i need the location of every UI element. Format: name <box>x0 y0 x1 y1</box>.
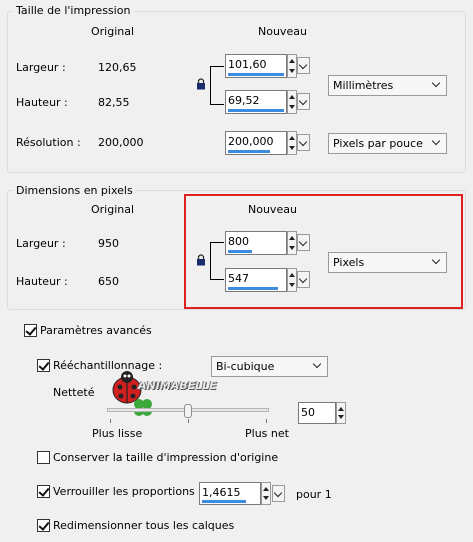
keep-print-size-label[interactable]: Conserver la taille d'impression d'origi… <box>53 451 278 464</box>
chevron-down-icon <box>298 60 308 70</box>
lock-ratio-label[interactable]: Verrouiller les proportions : <box>53 485 202 498</box>
watermark-text: ANIMABELLE <box>138 379 217 392</box>
lock-ratio-checkbox[interactable] <box>37 485 50 498</box>
pixel-width-spinner[interactable] <box>287 231 297 255</box>
resolution-input[interactable]: 200,000 <box>225 131 287 155</box>
print-height-label: Hauteur : <box>16 96 68 109</box>
pixel-unit-select[interactable]: Pixels <box>328 252 447 273</box>
ratio-value: 1,4615 <box>202 486 241 499</box>
pixel-unit-value: Pixels <box>333 256 365 269</box>
pixel-dims-group-title: Dimensions en pixels <box>13 184 136 197</box>
pixel-height-label: Hauteur : <box>16 275 68 288</box>
pixel-new-header: Nouveau <box>248 203 297 216</box>
print-width-dropdown[interactable] <box>297 57 310 74</box>
resize-layers-label[interactable]: Redimensionner tous les calques <box>53 519 234 532</box>
ratio-spinner[interactable] <box>261 482 271 505</box>
resize-layers-checkbox[interactable] <box>37 519 50 532</box>
slider-tick-left <box>110 419 111 423</box>
print-unit-value: Millimètres <box>333 79 394 92</box>
sharpness-spinner[interactable] <box>336 402 346 424</box>
sharpness-value-input[interactable]: 50 <box>298 402 336 424</box>
print-size-group-title: Taille de l'impression <box>13 4 134 17</box>
chevron-down-icon <box>431 78 441 88</box>
pixel-height-value: 547 <box>228 272 249 285</box>
resolution-dropdown[interactable] <box>297 134 310 151</box>
pixel-orig-width: 950 <box>98 237 119 250</box>
print-orig-resolution: 200,000 <box>98 136 144 149</box>
pixel-original-header: Original <box>91 203 135 216</box>
print-orig-height: 82,55 <box>98 96 130 109</box>
print-unit-select[interactable]: Millimètres <box>328 75 447 96</box>
print-resolution-label: Résolution : <box>16 136 81 149</box>
print-height-input[interactable]: 69,52 <box>225 90 287 114</box>
chevron-down-icon <box>298 274 308 284</box>
resample-method-select[interactable]: Bi-cubique <box>211 356 328 377</box>
print-height-dropdown[interactable] <box>297 93 310 110</box>
resolution-unit-value: Pixels par pouce <box>333 137 423 150</box>
pixel-width-input[interactable]: 800 <box>225 231 287 255</box>
pixel-height-bar <box>228 287 278 290</box>
ratio-input[interactable]: 1,4615 <box>199 482 261 505</box>
sharpness-slider-thumb[interactable] <box>184 404 192 418</box>
chevron-down-icon <box>312 359 322 369</box>
chevron-down-icon <box>298 96 308 106</box>
advanced-settings-checkbox[interactable] <box>24 324 37 337</box>
pixel-width-dropdown[interactable] <box>297 234 310 251</box>
resolution-bar <box>228 150 270 153</box>
print-height-value: 69,52 <box>228 94 260 107</box>
pixel-height-dropdown[interactable] <box>297 271 310 288</box>
print-original-header: Original <box>91 25 135 38</box>
print-width-spinner[interactable] <box>287 54 297 78</box>
print-width-bar <box>228 73 284 76</box>
ratio-dropdown[interactable] <box>272 485 285 502</box>
pixel-width-label: Largeur : <box>16 237 66 250</box>
resolution-unit-select[interactable]: Pixels par pouce <box>328 133 447 154</box>
slider-tick-mid <box>188 419 189 423</box>
smoother-label: Plus lisse <box>92 427 143 440</box>
pixel-lock-icon[interactable] <box>196 254 206 266</box>
chevron-down-icon <box>273 488 283 498</box>
ratio-bar <box>202 500 246 503</box>
pixel-link-bracket <box>210 242 224 280</box>
sharpness-value: 50 <box>301 406 315 419</box>
resolution-value: 200,000 <box>228 135 274 148</box>
print-width-value: 101,60 <box>228 58 267 71</box>
ratio-suffix: pour 1 <box>296 488 332 501</box>
sharper-label: Plus net <box>245 427 289 440</box>
keep-print-size-checkbox[interactable] <box>37 451 50 464</box>
sharpness-label: Netteté <box>53 386 95 399</box>
clover-icon <box>134 399 152 416</box>
pixel-orig-height: 650 <box>98 275 119 288</box>
resample-checkbox[interactable] <box>37 359 50 372</box>
chevron-down-icon <box>431 136 441 146</box>
print-new-header: Nouveau <box>258 25 307 38</box>
pixel-width-bar <box>228 250 252 253</box>
slider-tick-right <box>266 419 267 423</box>
pixel-height-input[interactable]: 547 <box>225 268 287 292</box>
chevron-down-icon <box>298 237 308 247</box>
print-height-bar <box>228 109 284 112</box>
print-width-label: Largeur : <box>16 61 66 74</box>
chevron-down-icon <box>298 137 308 147</box>
print-width-input[interactable]: 101,60 <box>225 54 287 78</box>
print-link-bracket <box>210 66 224 105</box>
print-orig-width: 120,65 <box>98 61 137 74</box>
resolution-spinner[interactable] <box>287 131 297 155</box>
print-height-spinner[interactable] <box>287 90 297 114</box>
pixel-height-spinner[interactable] <box>287 268 297 292</box>
print-lock-icon[interactable] <box>196 78 206 90</box>
resample-method-value: Bi-cubique <box>216 360 275 373</box>
advanced-settings-label[interactable]: Paramètres avancés <box>40 324 152 337</box>
chevron-down-icon <box>431 255 441 265</box>
pixel-width-value: 800 <box>228 235 249 248</box>
